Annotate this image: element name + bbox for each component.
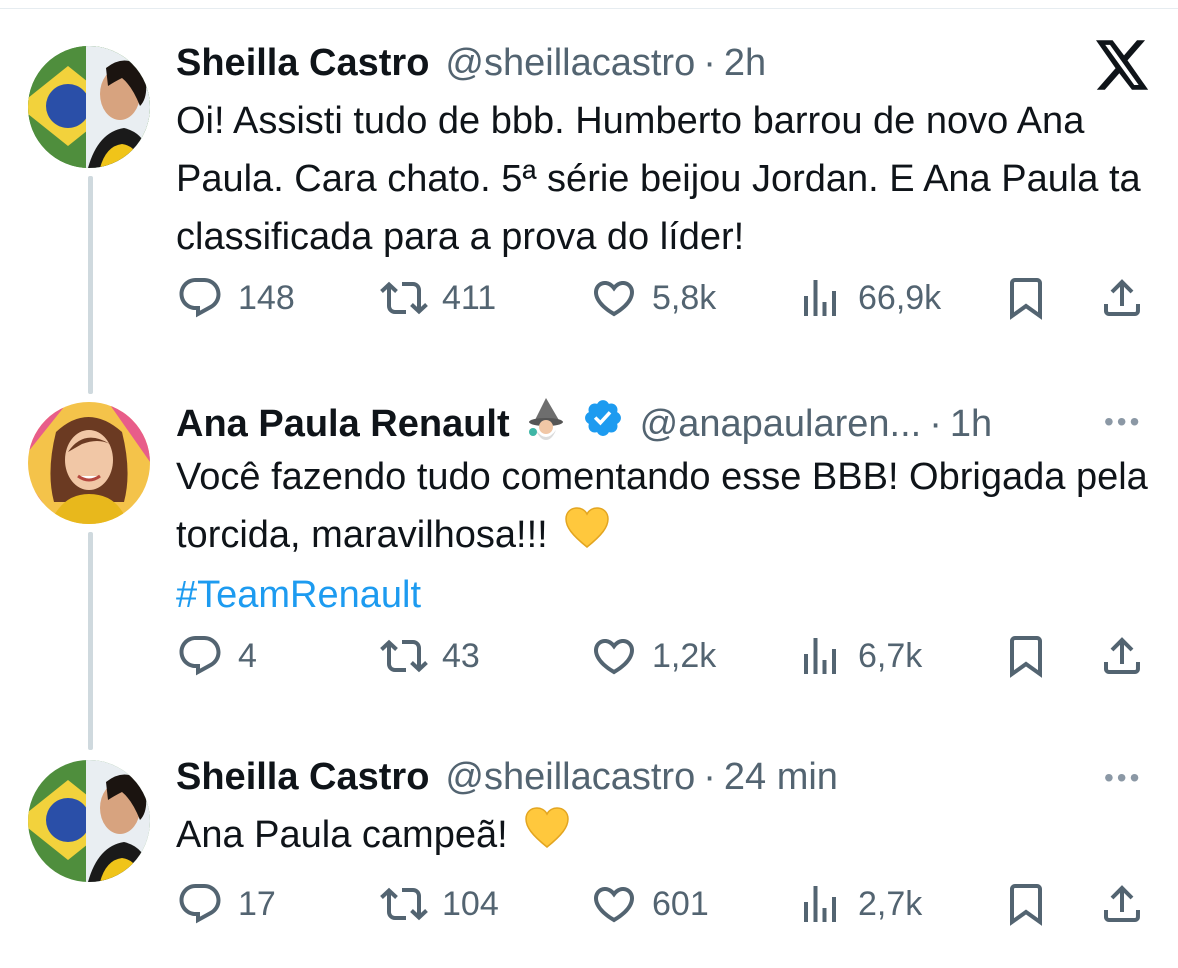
hashtag-link[interactable]: #TeamRenault: [176, 566, 1156, 624]
avatar[interactable]: [28, 760, 150, 882]
separator: ·: [703, 756, 716, 798]
yellow-heart-emoji: [524, 807, 570, 866]
reply-icon: [179, 278, 221, 318]
share-icon: [1104, 279, 1140, 316]
bookmark-icon: [1010, 884, 1042, 926]
views-button[interactable]: 2,7k: [796, 880, 922, 928]
tweet-text: Oi! Assisti tudo de bbb. Humberto barrou…: [176, 100, 1141, 258]
retweet-button[interactable]: 43: [380, 632, 480, 680]
like-button[interactable]: 601: [590, 880, 709, 928]
views-icon: [804, 886, 836, 922]
timestamp[interactable]: 1h: [950, 401, 992, 447]
retweet-icon: [380, 887, 428, 921]
tweet-header: Sheilla Castro @sheillacastro · 2h: [176, 40, 766, 86]
timestamp[interactable]: 24 min: [724, 754, 838, 800]
separator: ·: [929, 402, 942, 445]
mage-emoji-icon: [524, 396, 568, 451]
x-logo-icon[interactable]: [1096, 40, 1150, 90]
reply-icon: [179, 636, 221, 676]
views-count: 6,7k: [858, 636, 923, 675]
share-icon: [1104, 637, 1140, 674]
thread-line: [88, 176, 93, 394]
like-count: 601: [652, 884, 709, 923]
views-icon: [804, 280, 836, 316]
bookmark-button[interactable]: [1002, 880, 1050, 928]
user-handle[interactable]: @sheillacastro: [445, 40, 695, 86]
like-count: 5,8k: [652, 278, 717, 317]
yellow-heart-emoji: [564, 507, 610, 566]
more-icon[interactable]: •••: [1104, 406, 1142, 438]
retweet-icon: [380, 281, 428, 315]
like-count: 1,2k: [652, 636, 717, 675]
tweet-header: Ana Paula Renault @anapaularen... · 1h: [176, 396, 992, 451]
tweet-actions: 17 104 601 2,7k: [176, 880, 1148, 930]
like-button[interactable]: 5,8k: [590, 274, 716, 322]
reply-button[interactable]: 17: [176, 880, 276, 928]
retweet-count: 43: [442, 636, 480, 675]
avatar[interactable]: [28, 46, 150, 168]
reply-count: 148: [238, 278, 295, 317]
retweet-count: 411: [442, 278, 497, 317]
like-icon: [593, 887, 635, 923]
display-name[interactable]: Ana Paula Renault: [176, 401, 510, 447]
timestamp[interactable]: 2h: [724, 40, 766, 86]
share-button[interactable]: [1098, 274, 1146, 322]
retweet-button[interactable]: 104: [380, 880, 499, 928]
views-count: 2,7k: [858, 884, 923, 923]
bookmark-icon: [1010, 278, 1042, 320]
tweet-header: Sheilla Castro @sheillacastro · 24 min: [176, 754, 838, 800]
tweet-text-content: Ana Paula campeã!: [176, 814, 508, 856]
views-count: 66,9k: [858, 278, 942, 317]
like-icon: [593, 639, 635, 675]
share-button[interactable]: [1098, 632, 1146, 680]
reply-button[interactable]: 148: [176, 274, 295, 322]
share-icon: [1104, 885, 1140, 922]
like-icon: [593, 281, 635, 317]
verified-icon[interactable]: [582, 397, 624, 450]
top-divider: [0, 8, 1178, 9]
views-button[interactable]: 6,7k: [796, 632, 922, 680]
tweet-text-content: Você fazendo tudo comentando esse BBB! O…: [176, 456, 1148, 556]
display-name[interactable]: Sheilla Castro: [176, 40, 429, 86]
bookmark-icon: [1010, 636, 1042, 678]
retweet-count: 104: [442, 884, 499, 923]
bookmark-button[interactable]: [1002, 274, 1050, 322]
separator: ·: [703, 42, 716, 84]
tweet-text: Você fazendo tudo comentando esse BBB! O…: [176, 448, 1156, 624]
display-name[interactable]: Sheilla Castro: [176, 754, 429, 800]
bookmark-button[interactable]: [1002, 632, 1050, 680]
views-icon: [804, 638, 836, 674]
more-icon[interactable]: •••: [1104, 762, 1142, 794]
tweet-actions: 148 411 5,8k 66,9k: [176, 274, 1148, 324]
avatar[interactable]: [28, 402, 150, 524]
tweet-text: Ana Paula campeã!: [176, 806, 1156, 866]
reply-icon: [179, 884, 221, 924]
user-handle[interactable]: @sheillacastro: [445, 754, 695, 800]
reply-count: 17: [238, 884, 276, 923]
reply-count: 4: [238, 636, 257, 675]
share-button[interactable]: [1098, 880, 1146, 928]
reply-button[interactable]: 4: [176, 632, 257, 680]
like-button[interactable]: 1,2k: [590, 632, 716, 680]
tweet-actions: 4 43 1,2k 6,7k: [176, 632, 1148, 682]
views-button[interactable]: 66,9k: [796, 274, 941, 322]
retweet-button[interactable]: 411: [380, 274, 496, 322]
user-handle[interactable]: @anapaularen...: [640, 401, 922, 447]
thread-line: [88, 532, 93, 750]
retweet-icon: [380, 639, 428, 673]
